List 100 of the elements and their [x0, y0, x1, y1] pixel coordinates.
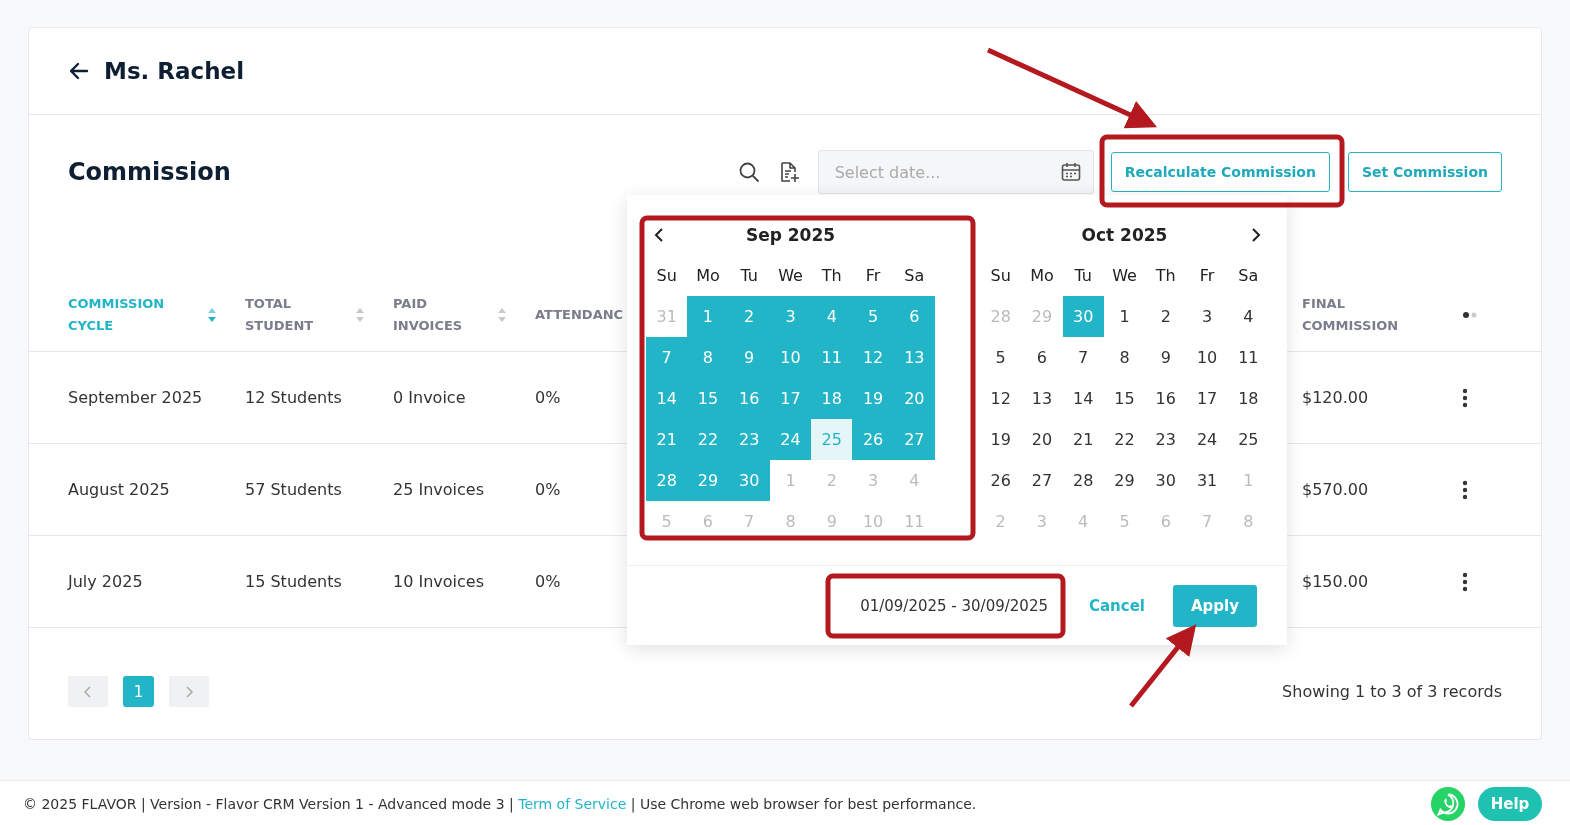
calendar-day[interactable]: 1: [1227, 460, 1269, 501]
calendar-day[interactable]: 1: [687, 296, 729, 337]
calendar-day[interactable]: 21: [646, 419, 688, 460]
date-field[interactable]: Select date...: [817, 150, 1094, 194]
column-header[interactable]: COMMISSION CYCLE: [68, 293, 207, 337]
search-icon[interactable]: [737, 161, 760, 183]
calendar-day[interactable]: 26: [852, 419, 894, 460]
calendar-icon[interactable]: [1059, 161, 1082, 183]
calendar-day[interactable]: 9: [728, 337, 770, 378]
calendar-day[interactable]: 10: [1186, 337, 1228, 378]
calendar-day[interactable]: 29: [1021, 296, 1063, 337]
help-button[interactable]: Help: [1478, 787, 1542, 821]
calendar-day[interactable]: 2: [811, 460, 853, 501]
calendar-day[interactable]: 24: [1186, 419, 1228, 460]
calendar-day[interactable]: 1: [1103, 296, 1146, 337]
calendar-day[interactable]: 7: [646, 337, 688, 378]
calendar-day[interactable]: 8: [769, 501, 812, 542]
calendar-day[interactable]: 7: [728, 501, 770, 542]
more-options-icon[interactable]: [1462, 571, 1468, 592]
calendar-day[interactable]: 3: [769, 296, 812, 337]
calendar-day[interactable]: 19: [980, 419, 1022, 460]
calendar-day[interactable]: 8: [687, 337, 729, 378]
calendar-day[interactable]: 6: [1145, 501, 1187, 542]
calendar-day[interactable]: 17: [769, 378, 812, 419]
calendar-day[interactable]: 11: [1227, 337, 1269, 378]
back-arrow-icon[interactable]: [68, 60, 90, 82]
calendar-day[interactable]: 13: [893, 337, 935, 378]
calendar-day[interactable]: 19: [852, 378, 894, 419]
calendar-day[interactable]: 23: [1145, 419, 1187, 460]
calendar-day[interactable]: 2: [980, 501, 1022, 542]
calendar-day[interactable]: 6: [893, 296, 935, 337]
calendar-day[interactable]: 15: [1103, 378, 1146, 419]
more-options-icon[interactable]: [1462, 479, 1468, 500]
calendar-day[interactable]: 30: [1062, 296, 1104, 337]
calendar-day[interactable]: 28: [1062, 460, 1104, 501]
calendar-day[interactable]: 14: [646, 378, 688, 419]
calendar-day[interactable]: 4: [893, 460, 935, 501]
calendar-day[interactable]: 20: [1021, 419, 1063, 460]
calendar-day[interactable]: 12: [980, 378, 1022, 419]
calendar-day[interactable]: 5: [1103, 501, 1146, 542]
calendar-day[interactable]: 15: [687, 378, 729, 419]
calendar-day[interactable]: 6: [1021, 337, 1063, 378]
calendar-day[interactable]: 1: [769, 460, 812, 501]
calendar-day[interactable]: 3: [1021, 501, 1063, 542]
calendar-day[interactable]: 22: [1103, 419, 1146, 460]
calendar-day[interactable]: 12: [852, 337, 894, 378]
calendar-day[interactable]: 3: [852, 460, 894, 501]
calendar-day[interactable]: 5: [980, 337, 1022, 378]
calendar-day[interactable]: 20: [893, 378, 935, 419]
calendar-day[interactable]: 25: [1227, 419, 1269, 460]
calendar-day[interactable]: 10: [852, 501, 894, 542]
calendar-day[interactable]: 16: [1145, 378, 1187, 419]
calendar-day[interactable]: 9: [811, 501, 853, 542]
column-header[interactable]: PAID INVOICES: [393, 293, 497, 337]
calendar-day[interactable]: 18: [1227, 378, 1269, 419]
calendar-day[interactable]: 11: [811, 337, 853, 378]
calendar-day[interactable]: 28: [646, 460, 688, 501]
calendar-day[interactable]: 2: [1145, 296, 1187, 337]
calendar-day[interactable]: 27: [1021, 460, 1063, 501]
calendar-day[interactable]: 5: [646, 501, 688, 542]
recalculate-button[interactable]: Recalculate Commission: [1110, 152, 1330, 192]
calendar-day[interactable]: 14: [1062, 378, 1104, 419]
calendar-day[interactable]: 7: [1186, 501, 1228, 542]
calendar-day[interactable]: 4: [1227, 296, 1269, 337]
calendar-day[interactable]: 31: [1186, 460, 1228, 501]
calendar-day[interactable]: 10: [769, 337, 812, 378]
calendar-day[interactable]: 2: [728, 296, 770, 337]
set-commission-button[interactable]: Set Commission: [1347, 152, 1502, 192]
calendar-day[interactable]: 18: [811, 378, 853, 419]
calendar-day[interactable]: 3: [1186, 296, 1228, 337]
terms-link[interactable]: Term of Service: [518, 796, 627, 812]
calendar-day[interactable]: 11: [893, 501, 935, 542]
calendar-day[interactable]: 23: [728, 419, 770, 460]
calendar-day[interactable]: 31: [646, 296, 688, 337]
calendar-day[interactable]: 25: [811, 419, 853, 460]
calendar-day[interactable]: 27: [893, 419, 935, 460]
calendar-day[interactable]: 29: [687, 460, 729, 501]
apply-button[interactable]: Apply: [1173, 584, 1257, 627]
calendar-day[interactable]: 5: [852, 296, 894, 337]
page-button[interactable]: 1: [123, 676, 154, 707]
calendar-day[interactable]: 30: [728, 460, 770, 501]
calendar-day[interactable]: 4: [1062, 501, 1104, 542]
calendar-day[interactable]: 13: [1021, 378, 1063, 419]
calendar-day[interactable]: 26: [980, 460, 1022, 501]
calendar-day[interactable]: 17: [1186, 378, 1228, 419]
calendar-day[interactable]: 21: [1062, 419, 1104, 460]
calendar-day[interactable]: 29: [1103, 460, 1146, 501]
calendar-day[interactable]: 4: [811, 296, 853, 337]
calendar-day[interactable]: 8: [1103, 337, 1146, 378]
calendar-day[interactable]: 30: [1145, 460, 1187, 501]
calendar-day[interactable]: 22: [687, 419, 729, 460]
calendar-day[interactable]: 8: [1227, 501, 1269, 542]
calendar-day[interactable]: 16: [728, 378, 770, 419]
cancel-button[interactable]: Cancel: [1071, 588, 1163, 623]
calendar-day[interactable]: 7: [1062, 337, 1104, 378]
more-options-icon[interactable]: [1462, 387, 1468, 408]
calendar-day[interactable]: 9: [1145, 337, 1187, 378]
column-header[interactable]: TOTAL STUDENT: [245, 293, 355, 337]
calendar-day[interactable]: 24: [769, 419, 812, 460]
calendar-day[interactable]: 28: [980, 296, 1022, 337]
